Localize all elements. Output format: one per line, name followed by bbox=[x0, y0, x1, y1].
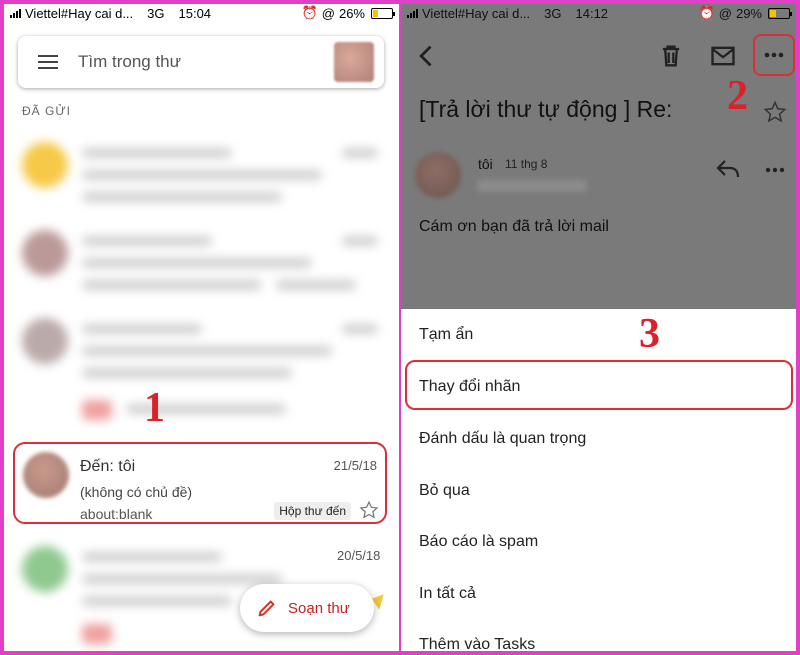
list-item[interactable] bbox=[16, 134, 388, 214]
account-avatar[interactable] bbox=[334, 42, 374, 82]
step-number-3: 3 bbox=[639, 311, 660, 357]
avatar bbox=[23, 452, 69, 498]
recipient-blurred bbox=[477, 180, 587, 192]
email-view-dimmed: Viettel#Hay cai d... 3G 14:12 ⏰ @ 29% [T… bbox=[401, 4, 796, 309]
list-item[interactable] bbox=[16, 222, 388, 302]
section-label: ĐÃ GỬI bbox=[22, 104, 71, 118]
compose-button[interactable]: Soạn thư bbox=[240, 584, 374, 632]
label-chip: Hộp thư đến bbox=[274, 502, 351, 520]
menu-item-print-all[interactable]: In tất cả bbox=[419, 585, 476, 603]
avatar bbox=[415, 152, 461, 198]
status-bar: Viettel#Hay cai d... 3G 14:12 ⏰ @ 29% bbox=[401, 4, 796, 22]
more-horizontal-icon[interactable] bbox=[755, 36, 793, 74]
carrier-name: Viettel#Hay cai d... bbox=[422, 5, 531, 21]
step-number-2: 2 bbox=[727, 73, 748, 119]
menu-icon[interactable] bbox=[38, 51, 58, 73]
signal-icon bbox=[407, 8, 418, 18]
mail-preview: about:blank bbox=[80, 506, 153, 522]
battery-percent: 26% bbox=[338, 5, 365, 21]
rotation-lock-icon: @ bbox=[321, 5, 335, 21]
message-sender: tôi bbox=[478, 156, 493, 172]
mail-sender: Đến: tôi bbox=[80, 458, 136, 475]
trash-icon[interactable] bbox=[657, 42, 685, 70]
alarm-icon: ⏰ bbox=[698, 5, 715, 20]
clock: 15:04 bbox=[178, 5, 212, 21]
compose-label: Soạn thư bbox=[288, 599, 350, 617]
left-screen: Viettel#Hay cai d... 3G 15:04 ⏰ @ 26% Tì… bbox=[4, 4, 399, 651]
clock: 14:12 bbox=[575, 5, 609, 21]
menu-item-snooze[interactable]: Tạm ẩn bbox=[419, 326, 473, 344]
search-input[interactable]: Tìm trong thư bbox=[78, 52, 334, 72]
more-options-highlight[interactable] bbox=[753, 34, 795, 76]
search-bar[interactable]: Tìm trong thư bbox=[18, 36, 384, 88]
pencil-icon bbox=[258, 600, 275, 617]
mail-icon[interactable] bbox=[709, 42, 737, 70]
menu-item-change-labels[interactable]: Thay đổi nhãn bbox=[419, 378, 520, 396]
menu-item-mark-important[interactable]: Đánh dấu là quan trọng bbox=[419, 430, 586, 448]
mail-item-highlighted[interactable]: Đến: tôi 21/5/18 (không có chủ đề) about… bbox=[13, 442, 387, 524]
alarm-icon: ⏰ bbox=[301, 5, 318, 20]
battery-icon bbox=[371, 7, 395, 19]
menu-item-report-spam[interactable]: Báo cáo là spam bbox=[419, 533, 538, 551]
signal-icon bbox=[10, 8, 21, 18]
carrier-name: Viettel#Hay cai d... bbox=[25, 5, 134, 21]
right-screen: Viettel#Hay cai d... 3G 14:12 ⏰ @ 29% [T… bbox=[401, 4, 796, 651]
more-horizontal-icon[interactable] bbox=[763, 160, 787, 180]
rotation-lock-icon: @ bbox=[718, 5, 732, 21]
network-type: 3G bbox=[544, 5, 562, 21]
status-bar: Viettel#Hay cai d... 3G 15:04 ⏰ @ 26% bbox=[4, 4, 399, 22]
star-icon[interactable] bbox=[763, 100, 787, 124]
star-icon[interactable] bbox=[359, 500, 379, 520]
network-type: 3G bbox=[147, 5, 165, 21]
mail-date: 20/5/18 bbox=[337, 548, 381, 563]
screenshot-frame: Viettel#Hay cai d... 3G 15:04 ⏰ @ 26% Tì… bbox=[4, 4, 796, 651]
battery-percent: 29% bbox=[735, 5, 762, 21]
step-number-1: 1 bbox=[144, 385, 165, 431]
menu-item-mute[interactable]: Bỏ qua bbox=[419, 482, 470, 500]
action-sheet: Tạm ẩn Thay đổi nhãn Đánh dấu là quan tr… bbox=[401, 309, 796, 651]
battery-icon bbox=[768, 7, 792, 19]
mail-subject: (không có chủ đề) bbox=[80, 484, 193, 500]
reply-icon[interactable] bbox=[715, 158, 741, 180]
menu-item-add-to-tasks[interactable]: Thêm vào Tasks bbox=[419, 636, 535, 651]
mail-date: 21/5/18 bbox=[333, 458, 377, 473]
message-body: Cám ơn bạn đã trả lời mail bbox=[419, 218, 609, 235]
list-item[interactable] bbox=[16, 310, 388, 430]
message-date: 11 thg 8 bbox=[505, 157, 548, 171]
email-subject: [Trả lời thư tự động ] Re: bbox=[419, 96, 673, 122]
back-arrow-icon[interactable] bbox=[413, 42, 441, 70]
